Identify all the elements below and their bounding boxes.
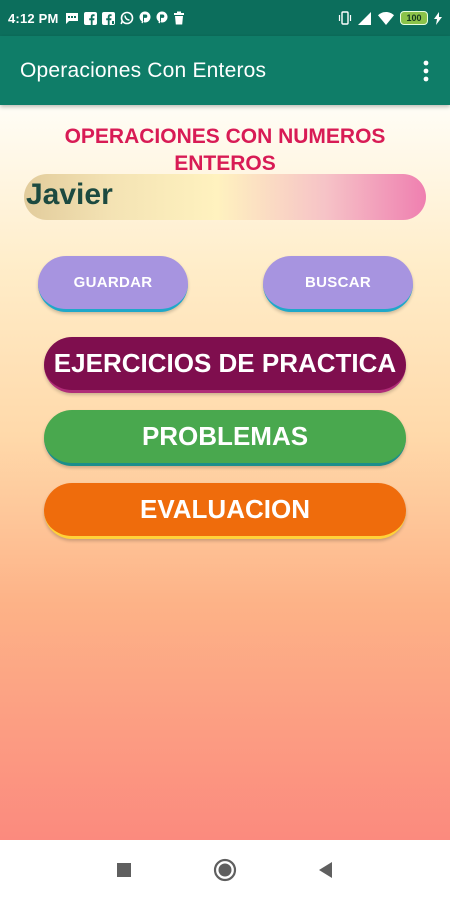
guardar-button[interactable]: GUARDAR bbox=[38, 256, 188, 312]
status-left: 4:12 PM bbox=[8, 11, 185, 26]
charging-icon bbox=[434, 11, 442, 25]
trash-icon bbox=[173, 11, 185, 25]
facebook-icon bbox=[83, 11, 97, 25]
navigation-bar bbox=[0, 840, 450, 900]
page-heading: OPERACIONES CON NUMEROS ENTEROS bbox=[64, 125, 386, 175]
battery-icon: 100 bbox=[400, 11, 428, 25]
status-time: 4:12 PM bbox=[8, 10, 59, 26]
name-input[interactable] bbox=[24, 174, 426, 220]
p-app-icon bbox=[139, 11, 151, 25]
buscar-button[interactable]: BUSCAR bbox=[263, 256, 413, 312]
ejercicios-button[interactable]: EJERCICIOS DE PRACTICA bbox=[44, 337, 406, 393]
back-icon[interactable] bbox=[312, 856, 340, 884]
message-icon bbox=[65, 12, 79, 25]
p-app-icon bbox=[156, 11, 168, 25]
recents-icon[interactable] bbox=[110, 856, 138, 884]
status-bar: 4:12 PM 100 bbox=[0, 0, 450, 36]
whatsapp-icon bbox=[119, 11, 134, 25]
vibrate-icon bbox=[338, 11, 352, 25]
more-vert-icon[interactable] bbox=[414, 51, 438, 91]
notification-icons bbox=[65, 11, 185, 25]
facebook-lite-icon bbox=[101, 11, 115, 25]
app-title: Operaciones Con Enteros bbox=[20, 58, 267, 82]
main-content: OPERACIONES CON NUMEROS ENTEROS GUARDAR … bbox=[0, 105, 450, 840]
problemas-button[interactable]: PROBLEMAS bbox=[44, 410, 406, 466]
status-right: 100 bbox=[338, 11, 442, 25]
wifi-icon bbox=[378, 11, 394, 25]
app-bar: Operaciones Con Enteros bbox=[0, 36, 450, 105]
home-icon[interactable] bbox=[211, 856, 239, 884]
signal-icon bbox=[358, 11, 372, 25]
evaluacion-button[interactable]: EVALUACION bbox=[44, 483, 406, 539]
